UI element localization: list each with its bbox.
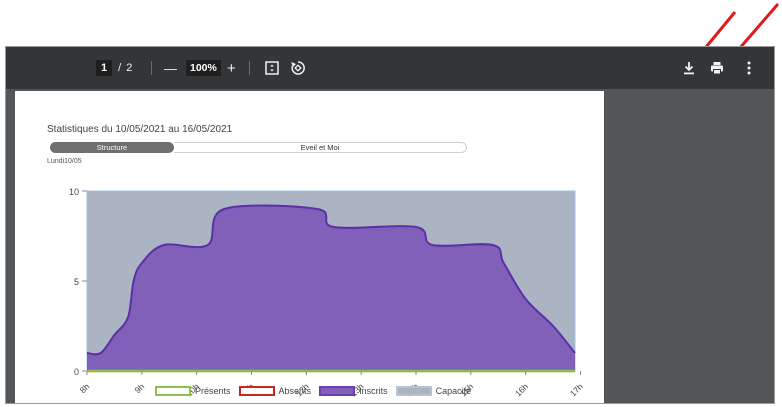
legend-swatch-capacite: [395, 386, 432, 396]
zoom-out-button[interactable]: —: [164, 47, 177, 89]
legend-item-absents[interactable]: Absents: [238, 386, 312, 396]
rotate-button[interactable]: [288, 58, 308, 78]
fit-page-icon: [265, 61, 279, 75]
legend-swatch-inscrits: [319, 386, 356, 396]
current-page-input[interactable]: 1: [96, 60, 113, 76]
toolbar-divider: [151, 61, 152, 75]
print-icon: [711, 62, 723, 75]
y-tick-label: 0: [74, 367, 79, 377]
pdf-toolbar: 1 / 2 — 100% +: [6, 47, 774, 89]
fit-page-button[interactable]: [262, 58, 282, 78]
legend-label-inscrits: Inscrits: [359, 386, 388, 396]
x-tick-label: 8h: [78, 381, 92, 395]
attendance-area-chart: 05108h9h10h11h12h13h14h15h16h17h: [69, 187, 585, 398]
legend-swatch-presents: [155, 386, 191, 396]
download-icon: [684, 62, 694, 75]
chart-legend: Présents Absents Inscrits Capacité: [155, 386, 479, 396]
day-label: Lundi10/05: [47, 158, 82, 165]
zoom-level-input[interactable]: 100%: [186, 60, 221, 76]
zoom-level: 100%: [186, 47, 221, 89]
total-pages: 2: [126, 62, 133, 74]
toolbar-divider: [249, 61, 250, 75]
y-tick-label: 10: [69, 187, 79, 197]
legend-label-capacite: Capacité: [435, 386, 472, 396]
pdf-viewer-window: 1 / 2 — 100% + Statistiques du 10/05/202…: [5, 46, 775, 404]
print-button[interactable]: [707, 58, 727, 78]
x-tick-label: 17h: [568, 381, 585, 398]
x-tick-label: 16h: [513, 381, 530, 398]
more-options-button[interactable]: [739, 58, 759, 78]
rotate-icon: [291, 61, 305, 75]
tab-structure[interactable]: Structure: [50, 142, 174, 153]
report-title: Statistiques du 10/05/2021 au 16/05/2021: [47, 124, 233, 135]
tab-eveil-et-moi[interactable]: Eveil et Moi: [174, 142, 467, 153]
y-tick-label: 5: [74, 277, 79, 287]
legend-item-capacite[interactable]: Capacité: [395, 386, 472, 396]
download-button[interactable]: [679, 58, 699, 78]
more-vertical-icon: [747, 61, 751, 75]
page-indicator: 1 / 2: [96, 47, 132, 89]
x-tick-label: 9h: [132, 381, 146, 395]
legend-label-absents: Absents: [278, 386, 312, 396]
legend-label-presents: Présents: [195, 386, 231, 396]
pdf-page: Statistiques du 10/05/2021 au 16/05/2021…: [15, 91, 604, 403]
page-separator: /: [118, 62, 122, 74]
legend-item-presents[interactable]: Présents: [155, 386, 231, 396]
legend-item-inscrits[interactable]: Inscrits: [319, 386, 388, 396]
zoom-in-button[interactable]: +: [227, 47, 236, 89]
legend-swatch-absents: [238, 386, 275, 396]
